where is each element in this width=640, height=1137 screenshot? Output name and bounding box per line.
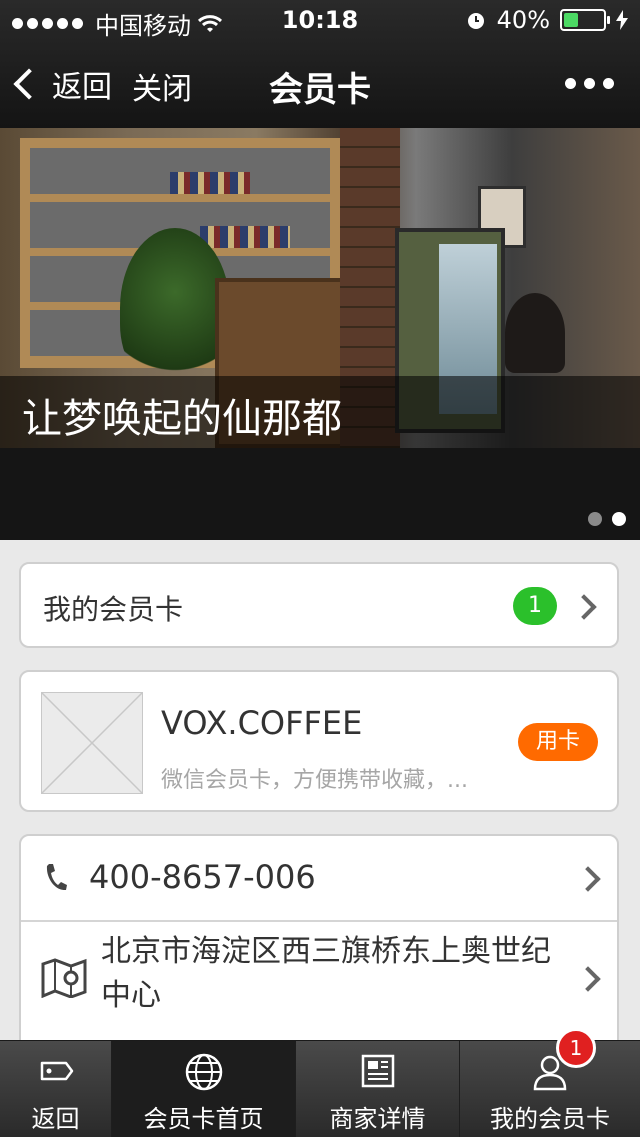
chevron-left-icon <box>13 68 45 100</box>
nav-bar: 返回 关闭 会员卡 <box>0 40 640 128</box>
charging-icon <box>616 10 628 30</box>
tab-merchant-details[interactable]: 商家详情 <box>296 1041 460 1137</box>
status-bar: 中国移动 10:18 40% <box>0 0 640 40</box>
merchant-card[interactable]: VOX.COFFEE 微信会员卡，方便携带收藏，... 用卡 <box>19 670 619 812</box>
tab-my-cards[interactable]: 我的会员卡 <box>460 1041 640 1137</box>
main-content: 我的会员卡 1 VOX.COFFEE 微信会员卡，方便携带收藏，... 用卡 4… <box>0 540 640 1054</box>
close-button[interactable]: 关闭 <box>132 64 192 108</box>
merchant-name: VOX.COFFEE <box>161 704 363 742</box>
banner-caption: 让梦唤起的仙那都 <box>22 396 342 442</box>
use-card-button[interactable]: 用卡 <box>518 723 598 761</box>
merchant-description: 微信会员卡，方便携带收藏，... <box>161 768 468 793</box>
chevron-right-icon <box>575 966 601 992</box>
address-row[interactable]: 北京市海淀区西三旗桥东上奥世纪中心 <box>21 920 617 1052</box>
chair-illustration <box>505 293 565 373</box>
globe-icon <box>185 1053 222 1091</box>
back-button[interactable]: 返回 <box>13 62 112 106</box>
back-label: 返回 <box>52 70 112 105</box>
tag-icon <box>40 1061 73 1081</box>
tab-label: 返回 <box>31 1105 80 1133</box>
carousel-pager[interactable] <box>588 512 626 526</box>
tab-card-home[interactable]: 会员卡首页 <box>112 1041 296 1137</box>
tab-back[interactable]: 返回 <box>0 1041 112 1137</box>
more-options-icon[interactable] <box>565 78 614 89</box>
map-icon <box>41 958 87 998</box>
phone-number: 400-8657-006 <box>89 858 316 896</box>
battery-percent: 40% <box>496 6 550 34</box>
chevron-right-icon <box>571 594 597 620</box>
phone-icon <box>46 864 67 891</box>
top-bar: 中国移动 10:18 40% 返回 关闭 会员卡 <box>0 0 640 128</box>
battery-icon <box>560 9 610 31</box>
banner-carousel[interactable]: 让梦唤起的仙那都 <box>0 128 640 540</box>
status-right: 40% <box>465 6 628 34</box>
address-text: 北京市海淀区西三旗桥东上奥世纪中心 <box>101 934 551 1013</box>
my-cards-label: 我的会员卡 <box>43 593 184 626</box>
tab-label: 商家详情 <box>329 1105 426 1133</box>
my-cards-row[interactable]: 我的会员卡 1 <box>19 562 619 648</box>
phone-row[interactable]: 400-8657-006 <box>21 836 617 922</box>
chevron-right-icon <box>575 866 601 892</box>
notification-badge: 1 <box>556 1028 596 1068</box>
contact-card: 400-8657-006 北京市海淀区西三旗桥东上奥世纪中心 <box>19 834 619 1054</box>
alarm-icon <box>467 13 484 29</box>
tab-label: 会员卡首页 <box>143 1105 264 1133</box>
bottom-tab-bar: 返回 会员卡首页 商家详情 我的会员卡 <box>0 1040 640 1137</box>
newspaper-icon <box>361 1054 394 1088</box>
plant-illustration <box>120 228 230 388</box>
pager-dot[interactable] <box>588 512 602 526</box>
tab-label: 我的会员卡 <box>490 1105 610 1133</box>
my-cards-count-badge: 1 <box>513 587 557 625</box>
pager-dot[interactable] <box>612 512 626 526</box>
image-placeholder-icon <box>41 692 143 794</box>
